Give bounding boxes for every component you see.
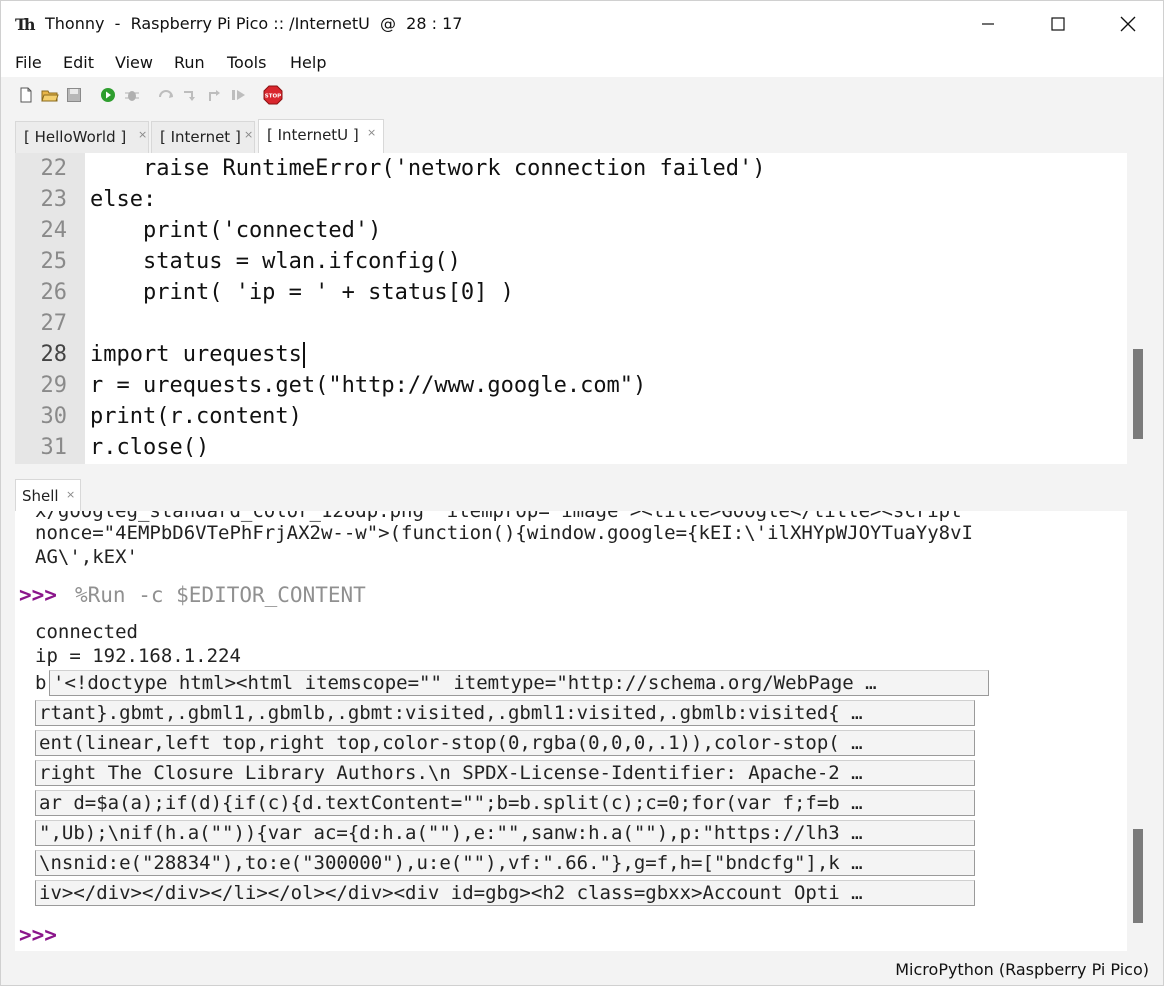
- menu-edit[interactable]: Edit: [63, 53, 94, 72]
- tab-close-icon[interactable]: ×: [244, 128, 253, 141]
- tab-label: [ Internet ]: [160, 128, 241, 146]
- shell-prompt[interactable]: >>>: [19, 923, 57, 947]
- squeezed-text-button[interactable]: ",Ub);\nif(h.a("")){var ac={d:h.a(""),e:…: [35, 820, 975, 846]
- code-text[interactable]: print(r.content): [90, 401, 302, 432]
- squeezed-text-button[interactable]: ar d=$a(a);if(d){if(c){d.textContent="";…: [35, 790, 975, 816]
- squeezed-text-button[interactable]: right The Closure Library Authors.\n SPD…: [35, 760, 975, 786]
- interpreter-status[interactable]: MicroPython (Raspberry Pi Pico): [895, 960, 1149, 979]
- tab-label: [ HelloWorld ]: [24, 128, 127, 146]
- shell-prompt: >>>: [19, 583, 57, 607]
- menu-file[interactable]: File: [15, 53, 42, 72]
- shell-scrollbar[interactable]: [1133, 829, 1143, 923]
- toolbar: STOP: [1, 77, 1163, 113]
- text-cursor: [302, 342, 305, 368]
- shell-output-line: nonce="4EMPbD6VTePhFrjAX2w--w">(function…: [35, 522, 973, 544]
- step-over-icon[interactable]: [158, 87, 174, 103]
- line-number: 25: [40, 249, 68, 274]
- line-number: 22: [40, 156, 68, 181]
- squeezed-text-button[interactable]: '<!doctype html><html itemscope="" itemt…: [49, 670, 989, 696]
- step-into-icon[interactable]: [182, 87, 198, 103]
- squeezed-text-button[interactable]: iv></div></div></li></ol></div><div id=g…: [35, 880, 975, 906]
- menu-help[interactable]: Help: [290, 53, 326, 72]
- shell-panel[interactable]: x/googleg_standard_color_128dp.png" item…: [15, 511, 1127, 951]
- status-bar: MicroPython (Raspberry Pi Pico): [1, 953, 1163, 985]
- line-number: 26: [40, 280, 68, 305]
- tab-label: [ InternetU ]: [267, 126, 359, 144]
- debug-icon[interactable]: [124, 87, 140, 103]
- close-icon: [1120, 16, 1136, 32]
- line-number: 27: [40, 311, 68, 336]
- line-number: 31: [40, 435, 68, 460]
- save-icon[interactable]: [66, 87, 82, 103]
- squeezed-text-button[interactable]: rtant}.gbmt,.gbml1,.gbmlb,.gbmt:visited,…: [35, 700, 975, 726]
- code-editor[interactable]: 22 raise RuntimeError('network connectio…: [15, 153, 1127, 464]
- line-number: 28: [40, 342, 68, 367]
- tab-internetu[interactable]: [ InternetU ] ×: [258, 119, 384, 153]
- line-number: 24: [40, 218, 68, 243]
- menu-view[interactable]: View: [115, 53, 153, 72]
- menu-tools[interactable]: Tools: [227, 53, 266, 72]
- line-number: 30: [40, 404, 68, 429]
- menu-run[interactable]: Run: [174, 53, 205, 72]
- shell-tabstrip: Shell ×: [1, 475, 1163, 511]
- new-file-icon[interactable]: [18, 87, 34, 103]
- line-number: 29: [40, 373, 68, 398]
- code-text[interactable]: print( 'ip = ' + status[0] ): [90, 277, 514, 308]
- shell-output-line: connected: [35, 621, 138, 643]
- run-icon[interactable]: [100, 87, 116, 103]
- tab-shell[interactable]: Shell ×: [15, 479, 81, 511]
- editor-tabstrip: [ HelloWorld ] × [ Internet ] × [ Intern…: [1, 113, 1163, 153]
- shell-output-line: AG\',kEX': [35, 546, 138, 568]
- thonny-window: Th Thonny - Raspberry Pi Pico :: /Intern…: [0, 0, 1164, 986]
- maximize-icon: [1051, 17, 1065, 31]
- shell-output-line: ip = 192.168.1.224: [35, 645, 241, 667]
- code-text[interactable]: status = wlan.ifconfig(): [90, 246, 461, 277]
- tab-internet[interactable]: [ Internet ] ×: [151, 121, 255, 153]
- shell-output-prefix: b: [35, 672, 47, 694]
- code-text[interactable]: r = urequests.get("http://www.google.com…: [90, 370, 646, 401]
- code-text[interactable]: r.close(): [90, 432, 209, 463]
- code-text[interactable]: raise RuntimeError('network connection f…: [90, 153, 766, 184]
- stop-label: STOP: [265, 94, 281, 100]
- close-button[interactable]: [1093, 1, 1163, 47]
- squeezed-text-button[interactable]: \nsnid:e("28834"),to:e("300000"),u:e("")…: [35, 850, 975, 876]
- shell-command: %Run -c $EDITOR_CONTENT: [75, 583, 366, 607]
- open-folder-icon[interactable]: [41, 87, 59, 103]
- title-bar[interactable]: Th Thonny - Raspberry Pi Pico :: /Intern…: [1, 1, 1163, 47]
- code-text[interactable]: import urequests: [90, 342, 302, 367]
- menu-bar: File Edit View Run Tools Help: [1, 47, 1163, 77]
- tab-helloworld[interactable]: [ HelloWorld ] ×: [15, 121, 149, 153]
- editor-scrollbar[interactable]: [1133, 349, 1143, 439]
- step-out-icon[interactable]: [206, 87, 222, 103]
- squeezed-text-button[interactable]: ent(linear,left top,right top,color-stop…: [35, 730, 975, 756]
- line-number: 23: [40, 187, 68, 212]
- thonny-logo-icon: Th: [15, 15, 36, 34]
- code-text[interactable]: print('connected'): [90, 215, 381, 246]
- tab-label: Shell: [22, 487, 59, 505]
- stop-icon[interactable]: STOP: [263, 85, 283, 105]
- minimize-icon: [982, 23, 994, 25]
- resume-icon[interactable]: [230, 87, 246, 103]
- maximize-button[interactable]: [1023, 1, 1093, 47]
- tab-close-icon[interactable]: ×: [367, 126, 376, 139]
- minimize-button[interactable]: [953, 1, 1023, 47]
- tab-close-icon[interactable]: ×: [66, 488, 75, 501]
- code-text[interactable]: else:: [90, 184, 156, 215]
- window-title: Thonny - Raspberry Pi Pico :: /InternetU…: [45, 14, 463, 33]
- tab-close-icon[interactable]: ×: [138, 128, 147, 141]
